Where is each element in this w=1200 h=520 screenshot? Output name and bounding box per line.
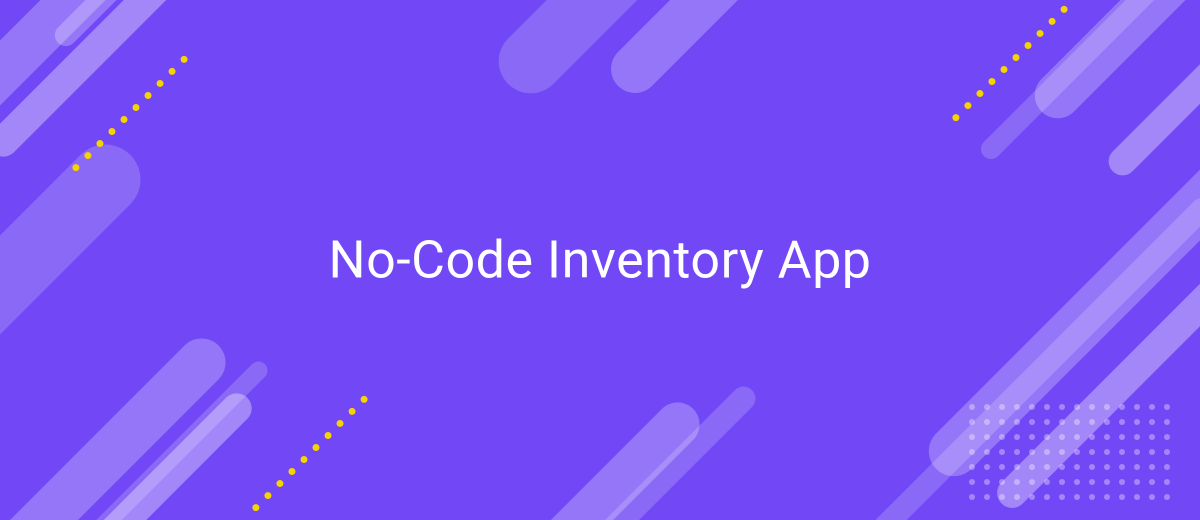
decorative-streak: [0, 130, 155, 420]
decorative-dots-yellow: [251, 394, 369, 512]
hero-title: No-Code Inventory App: [329, 230, 872, 291]
hero-banner: No-Code Inventory App: [0, 0, 1200, 520]
decorative-dot-grid: [969, 404, 1170, 500]
decorative-streak: [601, 0, 819, 103]
